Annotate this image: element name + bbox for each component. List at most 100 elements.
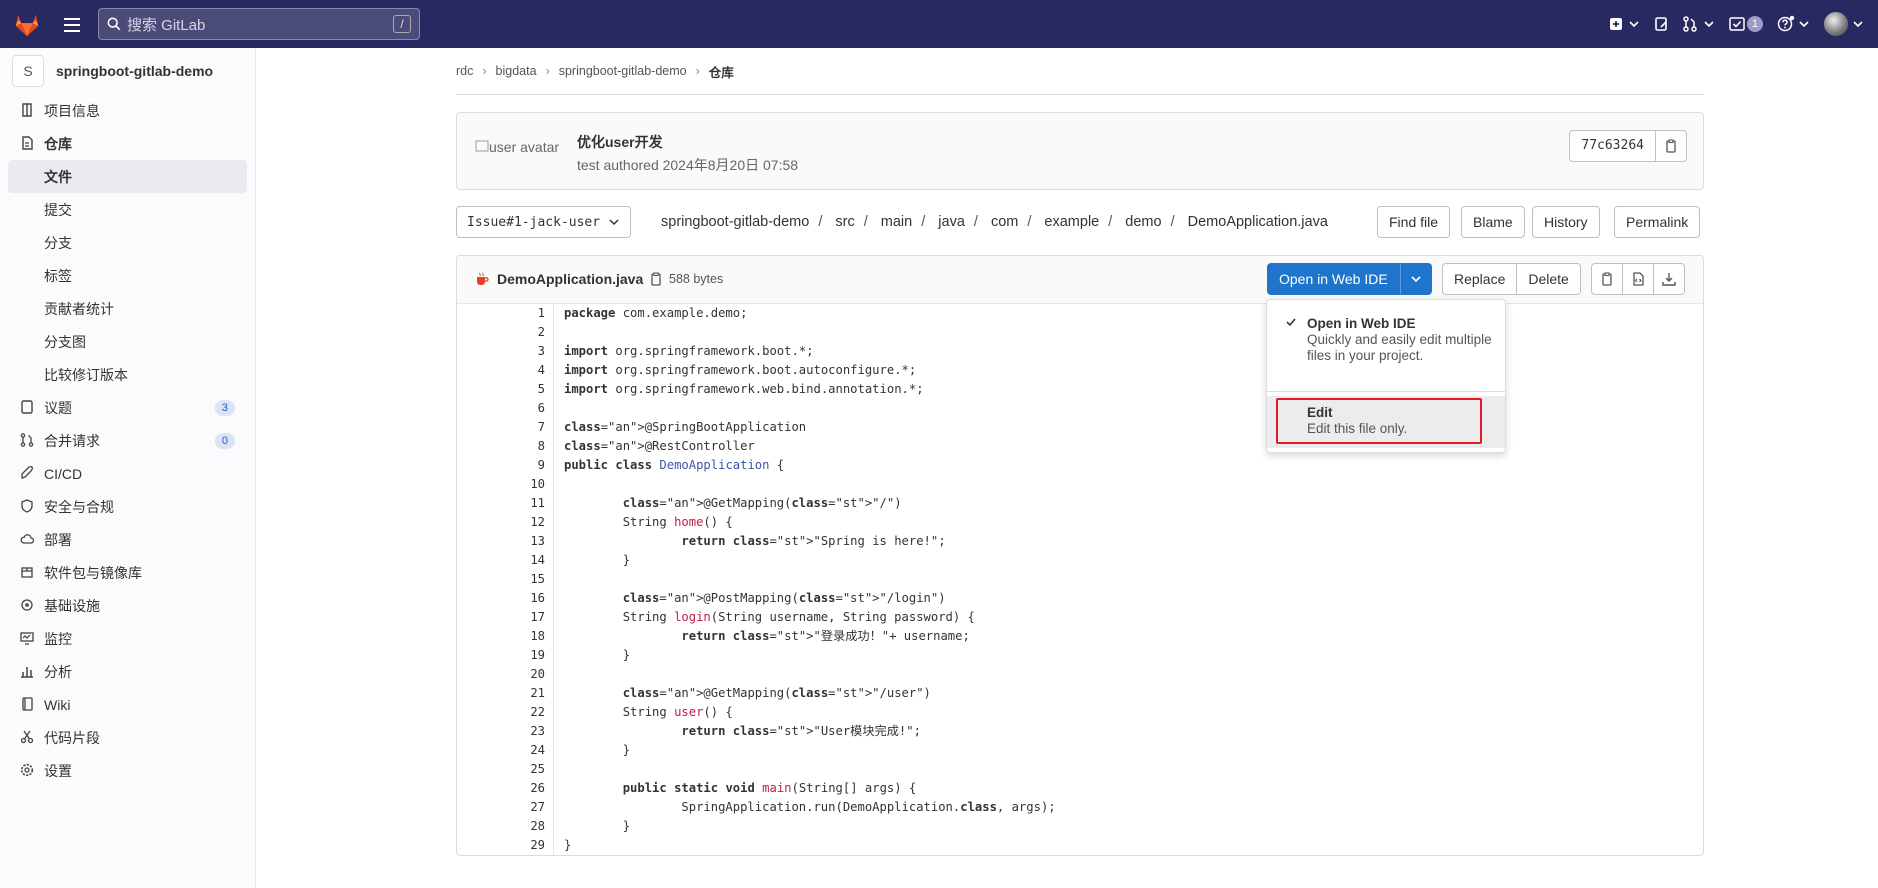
web-ide-dropdown-toggle[interactable] [1399, 263, 1432, 295]
delete-button[interactable]: Delete [1517, 263, 1581, 295]
line-number[interactable]: 11 [457, 494, 554, 513]
line-number[interactable]: 3 [457, 342, 554, 361]
line-number[interactable]: 21 [457, 684, 554, 703]
dropdown-option-web-ide[interactable]: Open in Web IDE Quickly and easily edit … [1307, 316, 1497, 364]
file-actions-group [1591, 263, 1685, 295]
sidebar-item-cicd[interactable]: CI/CD [0, 457, 255, 490]
line-number[interactable]: 25 [457, 760, 554, 779]
commit-author-avatar[interactable]: user avatar [475, 139, 559, 155]
project-header[interactable]: S springboot-gitlab-demo [0, 48, 255, 94]
path-segment[interactable]: demo [1125, 214, 1161, 230]
branch-selector[interactable]: Issue#1-jack-user [456, 206, 632, 238]
sidebar-item-merge-requests[interactable]: 合并请求 0 [0, 424, 255, 457]
path-segment[interactable]: src [835, 214, 854, 230]
line-number[interactable]: 14 [457, 551, 554, 570]
sidebar-item-deployments[interactable]: 部署 [0, 523, 255, 556]
path-segment[interactable]: java [938, 214, 965, 230]
commit-message[interactable]: 优化user开发 [577, 132, 663, 152]
line-number[interactable]: 20 [457, 665, 554, 684]
code-text: public class DemoApplication { [564, 458, 785, 472]
line-number[interactable]: 5 [457, 380, 554, 399]
sidebar-item-label: 仓库 [44, 135, 72, 152]
line-number[interactable]: 22 [457, 703, 554, 722]
breadcrumb-item[interactable]: springboot-gitlab-demo [559, 64, 687, 78]
info-icon [22, 103, 32, 117]
line-number[interactable]: 18 [457, 627, 554, 646]
sidebar-item-contributors[interactable]: 贡献者统计 [0, 292, 255, 325]
breadcrumb-item[interactable]: bigdata [496, 64, 537, 78]
line-number[interactable]: 24 [457, 741, 554, 760]
find-file-button[interactable]: Find file [1377, 206, 1451, 238]
search-input[interactable]: 搜索 GitLab / [98, 8, 420, 40]
line-number[interactable]: 1 [457, 304, 554, 323]
line-number[interactable]: 7 [457, 418, 554, 437]
sidebar-item-compare[interactable]: 比较修订版本 [0, 358, 255, 391]
sidebar-item-packages[interactable]: 软件包与镜像库 [0, 556, 255, 589]
breadcrumb-item[interactable]: rdc [456, 64, 473, 78]
sidebar-item-wiki[interactable]: Wiki [0, 688, 255, 721]
line-number[interactable]: 2 [457, 323, 554, 342]
code-text: } [564, 648, 631, 662]
sidebar-item-project-info[interactable]: 项目信息 [0, 94, 255, 127]
line-number[interactable]: 8 [457, 437, 554, 456]
replace-button[interactable]: Replace [1442, 263, 1518, 295]
help-dropdown[interactable] [1777, 15, 1810, 33]
user-menu-dropdown[interactable] [1824, 12, 1864, 36]
sidebar-item-files[interactable]: 文件 [8, 160, 247, 193]
open-web-ide-button[interactable]: Open in Web IDE [1267, 263, 1400, 295]
sidebar-item-tags[interactable]: 标签 [0, 259, 255, 292]
code-line: 6 [457, 399, 1703, 418]
sidebar-item-snippets[interactable]: 代码片段 [0, 721, 255, 754]
merge-requests-count-badge: 0 [214, 433, 235, 449]
line-number[interactable]: 16 [457, 589, 554, 608]
code-line: 26 public static void main(String[] args… [457, 779, 1703, 798]
sidebar-item-security[interactable]: 安全与合规 [0, 490, 255, 523]
todos-shortcut[interactable]: 1 [1729, 16, 1763, 32]
path-segment[interactable]: springboot-gitlab-demo [661, 214, 809, 230]
sidebar-item-repository[interactable]: 仓库 [0, 127, 255, 160]
download-button[interactable] [1654, 263, 1685, 295]
sidebar-item-monitor[interactable]: 监控 [0, 622, 255, 655]
sidebar-item-settings[interactable]: 设置 [0, 754, 255, 787]
path-segment[interactable]: com [991, 214, 1018, 230]
path-separator: / [863, 214, 868, 230]
create-new-dropdown[interactable] [1609, 17, 1640, 31]
merge-requests-dropdown[interactable] [1682, 16, 1715, 32]
path-segment[interactable]: example [1044, 214, 1099, 230]
sidebar-item-analytics[interactable]: 分析 [0, 655, 255, 688]
line-number[interactable]: 17 [457, 608, 554, 627]
line-number[interactable]: 15 [457, 570, 554, 589]
line-number[interactable]: 26 [457, 779, 554, 798]
line-number[interactable]: 27 [457, 798, 554, 817]
permalink-button[interactable]: Permalink [1614, 206, 1701, 238]
line-number[interactable]: 23 [457, 722, 554, 741]
sidebar-item-infrastructure[interactable]: 基础设施 [0, 589, 255, 622]
line-number[interactable]: 19 [457, 646, 554, 665]
line-number[interactable]: 6 [457, 399, 554, 418]
sidebar-item-graph[interactable]: 分支图 [0, 325, 255, 358]
issues-shortcut[interactable] [1654, 17, 1668, 31]
todo-icon [1729, 17, 1745, 31]
breadcrumb-current[interactable]: 仓库 [709, 62, 734, 81]
line-number[interactable]: 28 [457, 817, 554, 836]
line-number[interactable]: 12 [457, 513, 554, 532]
copy-contents-button[interactable] [1591, 263, 1623, 295]
path-segment-current[interactable]: DemoApplication.java [1188, 214, 1328, 230]
gitlab-logo-icon[interactable] [12, 9, 42, 42]
line-number[interactable]: 13 [457, 532, 554, 551]
history-button[interactable]: History [1532, 206, 1600, 238]
sidebar-item-issues[interactable]: 议题 3 [0, 391, 255, 424]
blame-button[interactable]: Blame [1461, 206, 1525, 238]
path-segment[interactable]: main [881, 214, 912, 230]
line-number[interactable]: 4 [457, 361, 554, 380]
menu-hamburger-icon[interactable] [62, 14, 82, 34]
sidebar-item-branches[interactable]: 分支 [0, 226, 255, 259]
line-number[interactable]: 29 [457, 836, 554, 855]
sidebar-item-commits[interactable]: 提交 [0, 193, 255, 226]
copy-sha-button[interactable] [1656, 131, 1686, 161]
line-number[interactable]: 10 [457, 475, 554, 494]
copy-path-icon[interactable] [650, 272, 663, 286]
open-raw-button[interactable] [1623, 263, 1654, 295]
line-number[interactable]: 9 [457, 456, 554, 475]
commit-sha[interactable]: 77c63264 [1570, 131, 1656, 161]
